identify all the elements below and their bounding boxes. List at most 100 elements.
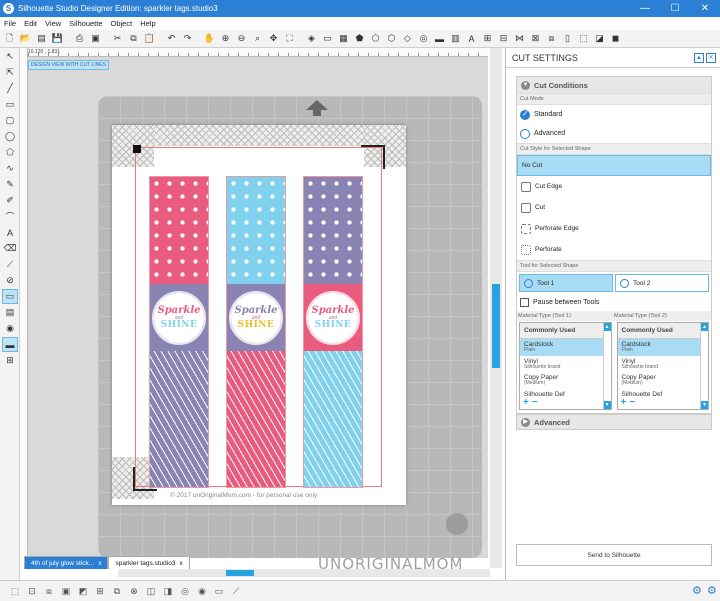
material-cardstock[interactable]: Cardstock Plain xyxy=(520,339,611,356)
scroll-thumb[interactable] xyxy=(492,284,500,368)
save-icon[interactable]: 💾 xyxy=(50,31,65,46)
page-setup-icon[interactable]: ▯ xyxy=(560,31,575,46)
menu-file[interactable]: File xyxy=(0,19,20,28)
transform-icon[interactable]: ▦ xyxy=(336,31,351,46)
select-text-icon[interactable]: ⊞ xyxy=(93,584,107,598)
paste-icon[interactable]: 📋 xyxy=(142,31,157,46)
material-list-tool2[interactable]: Commonly Used Cardstock Plain Vinyl Silhou… xyxy=(616,322,709,410)
new-file-icon[interactable]: 🗋 xyxy=(2,31,17,46)
layers-icon[interactable]: ⧈ xyxy=(544,31,559,46)
rectangle-tool-icon[interactable]: ▭ xyxy=(2,97,18,112)
cut-conditions-header[interactable]: ▼ Cut Conditions xyxy=(517,77,711,93)
pan-icon[interactable]: ✋ xyxy=(202,31,217,46)
material-scrollbar[interactable]: ▲ ▼ xyxy=(700,323,708,409)
print-icon[interactable]: ⎙ xyxy=(72,31,87,46)
store-view-icon[interactable]: ◉ xyxy=(2,321,18,336)
fit-page-icon[interactable]: ⛶ xyxy=(282,31,297,46)
maximize-button[interactable]: ☐ xyxy=(660,0,690,17)
tag-1[interactable]: Sparkle and SHINE xyxy=(149,176,209,488)
cut-mode-advanced[interactable]: Advanced xyxy=(517,124,711,143)
add-remove-material-icon[interactable]: +− xyxy=(523,397,541,408)
tag-2[interactable]: Sparkle and SHINE xyxy=(226,176,286,488)
material-copy-paper[interactable]: Copy Paper (Medium) xyxy=(520,372,611,389)
select-open-icon[interactable]: ⧈ xyxy=(42,584,56,598)
grid-view-icon[interactable]: ⊞ xyxy=(2,353,18,368)
release-icon[interactable]: ◉ xyxy=(195,584,209,598)
redo-icon[interactable]: ↷ xyxy=(180,31,195,46)
collapse-icon[interactable]: ▲ xyxy=(694,52,704,63)
registration-icon[interactable]: ⬚ xyxy=(576,31,591,46)
material-cardstock[interactable]: Cardstock Plain xyxy=(617,339,708,356)
modify-icon[interactable]: ⬡ xyxy=(384,31,399,46)
minimize-button[interactable]: — xyxy=(630,0,660,17)
zoom-in-icon[interactable]: ⊕ xyxy=(218,31,233,46)
zoom-out-icon[interactable]: ⊖ xyxy=(234,31,249,46)
arc-tool-icon[interactable]: ⌒ xyxy=(2,209,18,224)
fill-icon[interactable]: ◈ xyxy=(304,31,319,46)
tab-sparkler-tags[interactable]: sparkler tags.studio3 x xyxy=(108,556,190,569)
fit-to-page-icon[interactable]: ▭ xyxy=(212,584,226,598)
open-folder-icon[interactable]: 📂 xyxy=(18,31,33,46)
rounded-rect-tool-icon[interactable]: ▢ xyxy=(2,113,18,128)
cut-icon[interactable]: ✂ xyxy=(110,31,125,46)
text-style-icon[interactable]: A xyxy=(464,31,479,46)
weld-icon[interactable]: ⋈ xyxy=(512,31,527,46)
select-closed-icon[interactable]: ▣ xyxy=(59,584,73,598)
ellipse-tool-icon[interactable]: ◯ xyxy=(2,129,18,144)
horizontal-scrollbar[interactable] xyxy=(118,569,490,577)
zoom-area-icon[interactable]: ⌕ xyxy=(250,31,265,46)
select-color-icon[interactable]: ◩ xyxy=(76,584,90,598)
pause-between-tools-checkbox[interactable]: Pause between Tools xyxy=(517,294,711,311)
menu-edit[interactable]: Edit xyxy=(20,19,41,28)
cut-settings-icon[interactable]: ◪ xyxy=(592,31,607,46)
design-page-icon[interactable]: ▭ xyxy=(2,289,18,304)
close-panel-icon[interactable]: ✕ xyxy=(706,52,716,63)
compound-icon[interactable]: ◎ xyxy=(178,584,192,598)
replicate-icon[interactable]: ⬠ xyxy=(368,31,383,46)
pattern-icon[interactable]: ▥ xyxy=(448,31,463,46)
menu-help[interactable]: Help xyxy=(136,19,159,28)
close-button[interactable]: ✕ xyxy=(690,0,720,17)
line-tool-icon[interactable]: ╱ xyxy=(2,81,18,96)
smooth-tool-icon[interactable]: ✐ xyxy=(2,193,18,208)
material-list-tool1[interactable]: Commonly Used Cardstock Plain Vinyl Silhou… xyxy=(519,322,612,410)
freehand-tool-icon[interactable]: ✎ xyxy=(2,177,18,192)
undo-icon[interactable]: ↶ xyxy=(164,31,179,46)
expand-section-icon[interactable]: ▶ xyxy=(521,417,530,427)
text-tool-icon[interactable]: A xyxy=(2,225,18,240)
library-icon[interactable]: ▤ xyxy=(34,31,49,46)
move-view-icon[interactable]: ✥ xyxy=(266,31,281,46)
close-tab-icon[interactable]: x xyxy=(98,560,101,567)
duplicate-icon[interactable]: ⧉ xyxy=(110,584,124,598)
material-vinyl[interactable]: Vinyl Silhouette brand xyxy=(618,356,709,373)
curve-tool-icon[interactable]: ∿ xyxy=(2,161,18,176)
cut-style-perforate[interactable]: Perforate xyxy=(517,239,711,260)
align-icon[interactable]: ⊞ xyxy=(480,31,495,46)
cut-style-no-cut[interactable]: No Cut xyxy=(517,155,711,176)
cut-style-cut[interactable]: Cut xyxy=(517,197,711,218)
deselect-icon[interactable]: ⊡ xyxy=(25,584,39,598)
advanced-section-header[interactable]: ▶ Advanced xyxy=(516,414,712,430)
collapse-section-icon[interactable]: ▼ xyxy=(521,80,530,90)
eraser-tool-icon[interactable]: ⌫ xyxy=(2,241,18,256)
menu-view[interactable]: View xyxy=(41,19,65,28)
menu-silhouette[interactable]: Silhouette xyxy=(65,19,106,28)
delete-icon[interactable]: ⊗ xyxy=(127,584,141,598)
group-objects-icon[interactable]: ◫ xyxy=(144,584,158,598)
material-vinyl[interactable]: Vinyl Silhouette brand xyxy=(520,356,611,373)
cut-style-cut-edge[interactable]: Cut Edge xyxy=(517,176,711,197)
select-tool-icon[interactable]: ↖ xyxy=(2,49,18,64)
ungroup-icon[interactable]: ◨ xyxy=(161,584,175,598)
close-tab-icon[interactable]: x xyxy=(179,560,182,567)
copy-icon[interactable]: ⧉ xyxy=(126,31,141,46)
cut-style-perforate-edge[interactable]: Perforate Edge xyxy=(517,218,711,239)
help-gear-icon[interactable]: ⚙ xyxy=(707,584,717,597)
tab-4th-of-july[interactable]: 4th of july glow stick... x xyxy=(24,556,109,569)
line-style-icon[interactable]: ▭ xyxy=(320,31,335,46)
add-remove-material-icon[interactable]: +− xyxy=(621,397,639,408)
tag-3[interactable]: Sparkle and SHINE xyxy=(303,176,363,488)
store-icon[interactable]: ◼ xyxy=(608,31,623,46)
design-workspace[interactable]: 10.120 , 1.831 DESIGN VIEW WITH CUT LINE… xyxy=(20,48,488,558)
send-icon[interactable]: ▣ xyxy=(88,31,103,46)
offset-icon[interactable]: ◇ xyxy=(400,31,415,46)
